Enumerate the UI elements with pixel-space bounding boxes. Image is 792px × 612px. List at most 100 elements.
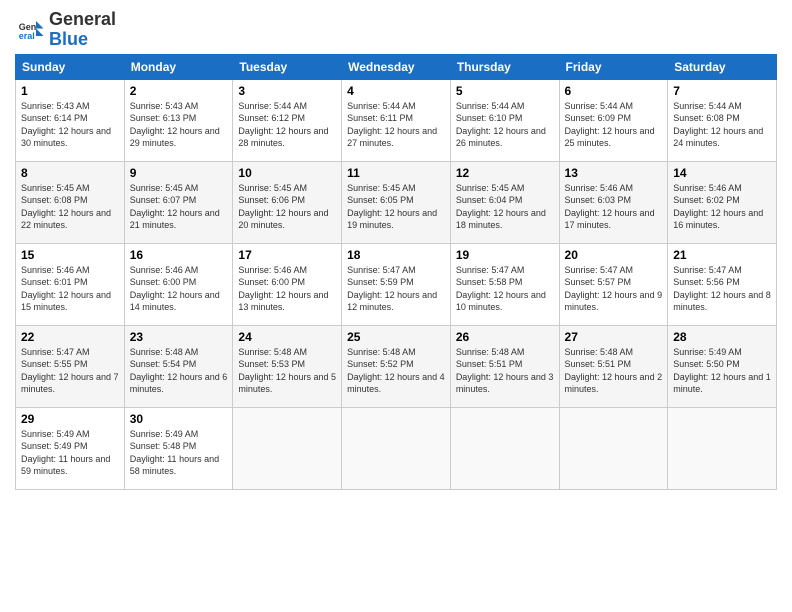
day-number: 8 (21, 166, 119, 180)
calendar-day-cell: 10 Sunrise: 5:45 AM Sunset: 6:06 PM Dayl… (233, 161, 342, 243)
day-number: 29 (21, 412, 119, 426)
calendar-day-cell: 1 Sunrise: 5:43 AM Sunset: 6:14 PM Dayli… (16, 79, 125, 161)
day-number: 11 (347, 166, 445, 180)
day-number: 4 (347, 84, 445, 98)
calendar-day-cell: 29 Sunrise: 5:49 AM Sunset: 5:49 PM Dayl… (16, 407, 125, 489)
calendar-day-cell: 24 Sunrise: 5:48 AM Sunset: 5:53 PM Dayl… (233, 325, 342, 407)
calendar-week-row: 8 Sunrise: 5:45 AM Sunset: 6:08 PM Dayli… (16, 161, 777, 243)
calendar-day-cell: 18 Sunrise: 5:47 AM Sunset: 5:59 PM Dayl… (342, 243, 451, 325)
calendar-day-cell: 21 Sunrise: 5:47 AM Sunset: 5:56 PM Dayl… (668, 243, 777, 325)
day-info: Sunrise: 5:45 AM Sunset: 6:04 PM Dayligh… (456, 182, 554, 232)
day-info: Sunrise: 5:44 AM Sunset: 6:12 PM Dayligh… (238, 100, 336, 150)
day-number: 14 (673, 166, 771, 180)
day-number: 9 (130, 166, 228, 180)
day-info: Sunrise: 5:48 AM Sunset: 5:54 PM Dayligh… (130, 346, 228, 396)
day-info: Sunrise: 5:47 AM Sunset: 5:59 PM Dayligh… (347, 264, 445, 314)
day-number: 3 (238, 84, 336, 98)
weekday-header: Saturday (668, 54, 777, 79)
calendar-day-cell: 3 Sunrise: 5:44 AM Sunset: 6:12 PM Dayli… (233, 79, 342, 161)
calendar-day-cell: 9 Sunrise: 5:45 AM Sunset: 6:07 PM Dayli… (124, 161, 233, 243)
day-number: 30 (130, 412, 228, 426)
day-number: 27 (565, 330, 663, 344)
page-container: Gen eral GeneralBlue SundayMondayTuesday… (0, 0, 792, 500)
day-info: Sunrise: 5:48 AM Sunset: 5:51 PM Dayligh… (456, 346, 554, 396)
day-info: Sunrise: 5:48 AM Sunset: 5:51 PM Dayligh… (565, 346, 663, 396)
calendar-day-cell: 12 Sunrise: 5:45 AM Sunset: 6:04 PM Dayl… (450, 161, 559, 243)
calendar-table: SundayMondayTuesdayWednesdayThursdayFrid… (15, 54, 777, 490)
day-number: 16 (130, 248, 228, 262)
calendar-day-cell: 30 Sunrise: 5:49 AM Sunset: 5:48 PM Dayl… (124, 407, 233, 489)
weekday-header: Sunday (16, 54, 125, 79)
day-number: 15 (21, 248, 119, 262)
day-info: Sunrise: 5:45 AM Sunset: 6:05 PM Dayligh… (347, 182, 445, 232)
calendar-day-cell: 15 Sunrise: 5:46 AM Sunset: 6:01 PM Dayl… (16, 243, 125, 325)
logo-icon: Gen eral (15, 15, 45, 45)
day-info: Sunrise: 5:45 AM Sunset: 6:08 PM Dayligh… (21, 182, 119, 232)
day-info: Sunrise: 5:44 AM Sunset: 6:11 PM Dayligh… (347, 100, 445, 150)
calendar-day-cell (233, 407, 342, 489)
weekday-header: Tuesday (233, 54, 342, 79)
day-info: Sunrise: 5:44 AM Sunset: 6:09 PM Dayligh… (565, 100, 663, 150)
day-number: 28 (673, 330, 771, 344)
weekday-header: Thursday (450, 54, 559, 79)
day-info: Sunrise: 5:46 AM Sunset: 6:00 PM Dayligh… (238, 264, 336, 314)
calendar-day-cell: 22 Sunrise: 5:47 AM Sunset: 5:55 PM Dayl… (16, 325, 125, 407)
day-number: 5 (456, 84, 554, 98)
calendar-header-row: SundayMondayTuesdayWednesdayThursdayFrid… (16, 54, 777, 79)
day-number: 22 (21, 330, 119, 344)
header: Gen eral GeneralBlue (15, 10, 777, 50)
day-number: 20 (565, 248, 663, 262)
day-number: 23 (130, 330, 228, 344)
day-number: 18 (347, 248, 445, 262)
day-number: 19 (456, 248, 554, 262)
day-number: 24 (238, 330, 336, 344)
weekday-header: Friday (559, 54, 668, 79)
svg-text:eral: eral (19, 31, 35, 41)
day-info: Sunrise: 5:49 AM Sunset: 5:48 PM Dayligh… (130, 428, 228, 478)
calendar-day-cell: 20 Sunrise: 5:47 AM Sunset: 5:57 PM Dayl… (559, 243, 668, 325)
calendar-day-cell: 25 Sunrise: 5:48 AM Sunset: 5:52 PM Dayl… (342, 325, 451, 407)
day-info: Sunrise: 5:46 AM Sunset: 6:03 PM Dayligh… (565, 182, 663, 232)
day-info: Sunrise: 5:49 AM Sunset: 5:49 PM Dayligh… (21, 428, 119, 478)
logo-text: GeneralBlue (49, 10, 116, 50)
day-info: Sunrise: 5:46 AM Sunset: 6:00 PM Dayligh… (130, 264, 228, 314)
day-info: Sunrise: 5:45 AM Sunset: 6:06 PM Dayligh… (238, 182, 336, 232)
day-info: Sunrise: 5:48 AM Sunset: 5:52 PM Dayligh… (347, 346, 445, 396)
calendar-day-cell: 7 Sunrise: 5:44 AM Sunset: 6:08 PM Dayli… (668, 79, 777, 161)
calendar-day-cell (668, 407, 777, 489)
day-info: Sunrise: 5:43 AM Sunset: 6:14 PM Dayligh… (21, 100, 119, 150)
calendar-week-row: 15 Sunrise: 5:46 AM Sunset: 6:01 PM Dayl… (16, 243, 777, 325)
calendar-day-cell: 4 Sunrise: 5:44 AM Sunset: 6:11 PM Dayli… (342, 79, 451, 161)
day-info: Sunrise: 5:46 AM Sunset: 6:01 PM Dayligh… (21, 264, 119, 314)
calendar-week-row: 29 Sunrise: 5:49 AM Sunset: 5:49 PM Dayl… (16, 407, 777, 489)
day-info: Sunrise: 5:44 AM Sunset: 6:08 PM Dayligh… (673, 100, 771, 150)
day-info: Sunrise: 5:47 AM Sunset: 5:57 PM Dayligh… (565, 264, 663, 314)
day-info: Sunrise: 5:49 AM Sunset: 5:50 PM Dayligh… (673, 346, 771, 396)
day-number: 25 (347, 330, 445, 344)
calendar-day-cell: 14 Sunrise: 5:46 AM Sunset: 6:02 PM Dayl… (668, 161, 777, 243)
day-number: 21 (673, 248, 771, 262)
day-info: Sunrise: 5:44 AM Sunset: 6:10 PM Dayligh… (456, 100, 554, 150)
calendar-day-cell: 2 Sunrise: 5:43 AM Sunset: 6:13 PM Dayli… (124, 79, 233, 161)
weekday-header: Monday (124, 54, 233, 79)
calendar-day-cell: 5 Sunrise: 5:44 AM Sunset: 6:10 PM Dayli… (450, 79, 559, 161)
calendar-day-cell (450, 407, 559, 489)
calendar-day-cell (559, 407, 668, 489)
day-info: Sunrise: 5:48 AM Sunset: 5:53 PM Dayligh… (238, 346, 336, 396)
calendar-day-cell: 26 Sunrise: 5:48 AM Sunset: 5:51 PM Dayl… (450, 325, 559, 407)
calendar-day-cell: 23 Sunrise: 5:48 AM Sunset: 5:54 PM Dayl… (124, 325, 233, 407)
calendar-day-cell: 28 Sunrise: 5:49 AM Sunset: 5:50 PM Dayl… (668, 325, 777, 407)
day-number: 26 (456, 330, 554, 344)
day-number: 2 (130, 84, 228, 98)
day-info: Sunrise: 5:47 AM Sunset: 5:58 PM Dayligh… (456, 264, 554, 314)
day-info: Sunrise: 5:43 AM Sunset: 6:13 PM Dayligh… (130, 100, 228, 150)
day-number: 10 (238, 166, 336, 180)
calendar-day-cell: 11 Sunrise: 5:45 AM Sunset: 6:05 PM Dayl… (342, 161, 451, 243)
logo: Gen eral GeneralBlue (15, 10, 116, 50)
weekday-header: Wednesday (342, 54, 451, 79)
calendar-day-cell: 16 Sunrise: 5:46 AM Sunset: 6:00 PM Dayl… (124, 243, 233, 325)
calendar-week-row: 1 Sunrise: 5:43 AM Sunset: 6:14 PM Dayli… (16, 79, 777, 161)
day-number: 13 (565, 166, 663, 180)
calendar-day-cell: 6 Sunrise: 5:44 AM Sunset: 6:09 PM Dayli… (559, 79, 668, 161)
day-info: Sunrise: 5:47 AM Sunset: 5:55 PM Dayligh… (21, 346, 119, 396)
